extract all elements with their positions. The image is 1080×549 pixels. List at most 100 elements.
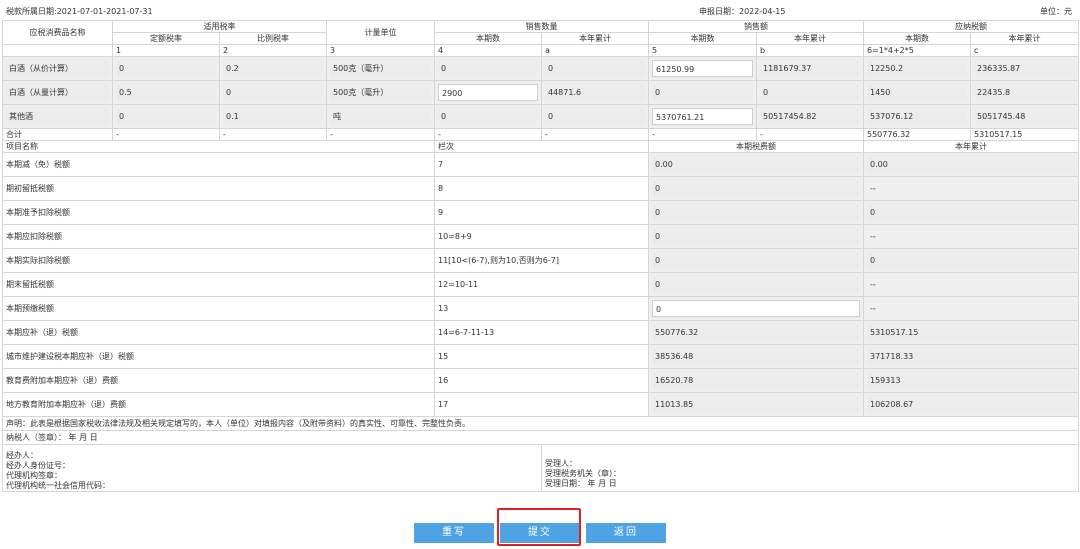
line-number: 14=6-7-11-13 [434,320,649,345]
lower-header-row: 项目名称 栏次 本期税费额 本年累计 [2,140,1079,153]
amt-current-input[interactable]: 5370761.21 [652,108,753,125]
ratio-rate-field: 0.2 [223,60,323,77]
tax-current-header: 本期数 [863,32,971,45]
total-dash: - [756,128,864,141]
sales-qty-header: 销售数量 [434,20,649,33]
total-label: 合计 [2,128,113,141]
amt-current-field: 0 [652,84,753,101]
line-ytd-value: 159313 [867,372,1075,389]
tax-ytd-field: 22435.8 [974,84,1075,101]
line-row: 地方教育附加本期应补（退）费额 17 11013.85 106208.67 [2,392,1079,417]
line-current-value: 0 [652,276,860,293]
tax-ytd-field: 236335.87 [974,60,1075,77]
line-item-name: 地方教育附加本期应补（退）费额 [2,392,435,417]
product-row: 白酒（从量计算） 0.5 0 500克（毫升） 2900 44871.6 0 0… [2,80,1079,105]
line-row: 期初留抵税额 8 0 -- [2,176,1079,201]
line-item-name: 城市维护建设税本期应补（退）税额 [2,344,435,369]
line-item-name: 本期准予扣除税额 [2,200,435,225]
taxpayer-signature: 纳税人（签章）： 年 月 日 [2,430,1079,445]
submit-highlight-box [497,508,581,546]
prepaid-tax-input[interactable]: 0 [652,300,860,317]
ratio-rate-header: 比例税率 [219,32,327,45]
qty-ytd-header: 本年累计 [541,32,649,45]
receiver-line: 受理人： [545,459,577,468]
line-ytd-value: -- [870,184,876,193]
qty-ytd-field: 0 [545,60,645,77]
index-cell: b [756,44,864,57]
index-cell: c [970,44,1079,57]
line-item-name: 期初留抵税额 [2,176,435,201]
product-name: 其他酒 [6,108,109,125]
unit-field: 吨 [330,108,431,125]
agency-seal-line: 代理机构签章： [6,471,62,480]
line-row: 本期应扣除税额 10=8+9 0 -- [2,224,1079,249]
line-ytd-value: -- [870,232,876,241]
fixed-rate-field: 0.5 [116,84,216,101]
report-date: 申报日期：2022-04-15 [699,7,786,16]
fixed-rate-header: 定额税率 [112,32,220,45]
line-item-name: 教育费附加本期应补（退）费额 [2,368,435,393]
product-row: 白酒（从价计算） 0 0.2 500克（毫升） 0 0 61250.99 118… [2,56,1079,81]
line-row: 本期实际扣除税额 11[10<(6-7),则为10,否则为6-7] 0 0 [2,248,1079,273]
total-dash: - [541,128,649,141]
line-ytd-value: 106208.67 [867,396,1075,413]
report-header: 税款所属日期:2021-07-01-2021-07-31 申报日期：2022-0… [6,4,1072,18]
tax-current-field: 537076.12 [867,108,967,125]
qty-current-input[interactable]: 2900 [438,84,538,101]
total-row: 合计 - - - - - - - 550776.32 5310517.15 [2,128,1079,141]
agent-line: 经办人： [6,451,38,460]
line-item-name: 本期应补（退）税额 [2,320,435,345]
agency-credit-code-line: 代理机构统一社会信用代码： [6,481,110,490]
line-current-value: 0.00 [652,156,860,173]
line-item-name: 本期实际扣除税额 [2,248,435,273]
fixed-rate-field: 0 [116,60,216,77]
rewrite-button[interactable]: 重写 [414,523,494,543]
line-ytd-value: 0 [867,252,1075,269]
amt-current-header: 本期数 [648,32,757,45]
line-number: 8 [434,176,649,201]
receive-date-line: 受理日期： 年 月 日 [545,479,617,488]
line-ytd-value: 0.00 [867,156,1075,173]
receiving-office-line: 受理税务机关（章）： [545,469,621,478]
line-current-value: 0 [652,204,860,221]
qty-ytd-field: 0 [545,108,645,125]
amt-current-input[interactable]: 61250.99 [652,60,753,77]
index-cell: 2 [219,44,327,57]
amt-ytd-field: 50517454.82 [760,108,860,125]
amt-ytd-field: 0 [760,84,860,101]
qty-current-header: 本期数 [434,32,542,45]
tax-ytd-header: 本年累计 [970,32,1079,45]
line-item-name: 本期减（免）税额 [2,152,435,177]
total-dash: - [648,128,757,141]
back-button[interactable]: 返回 [586,523,666,543]
qty-ytd-field: 44871.6 [545,84,645,101]
line-item-name: 本期应扣除税额 [2,224,435,249]
line-row: 期末留抵税额 12=10-11 0 -- [2,272,1079,297]
index-cell: 5 [648,44,757,57]
tax-current-field: 1450 [867,84,967,101]
index-cell: a [541,44,649,57]
line-row: 本期减（免）税额 7 0.00 0.00 [2,152,1079,177]
line-current-value: 0 [652,180,860,197]
ratio-rate-field: 0 [223,84,323,101]
tax-payable-header: 应纳税额 [863,20,1079,33]
line-current-value: 38536.48 [652,348,860,365]
total-dash: - [112,128,220,141]
item-name-header: 应税消费品名称 [2,20,113,45]
current-tax-header: 本期税费额 [648,140,864,153]
total-dash: - [219,128,327,141]
line-number: 11[10<(6-7),则为10,否则为6-7] [434,248,649,273]
total-dash: - [326,128,435,141]
line-number: 15 [434,344,649,369]
line-current-value: 0 [652,228,860,245]
line-row: 本期预缴税额 13 0 -- [2,296,1079,321]
qty-current-field: 0 [438,108,538,125]
line-col-header: 栏次 [434,140,649,153]
line-ytd-value: 371718.33 [867,348,1075,365]
line-item-name: 期末留抵税额 [2,272,435,297]
line-item-name: 本期预缴税额 [2,296,435,321]
line-number: 17 [434,392,649,417]
line-row: 教育费附加本期应补（退）费额 16 16520.78 159313 [2,368,1079,393]
fixed-rate-field: 0 [116,108,216,125]
index-cell: 4 [434,44,542,57]
